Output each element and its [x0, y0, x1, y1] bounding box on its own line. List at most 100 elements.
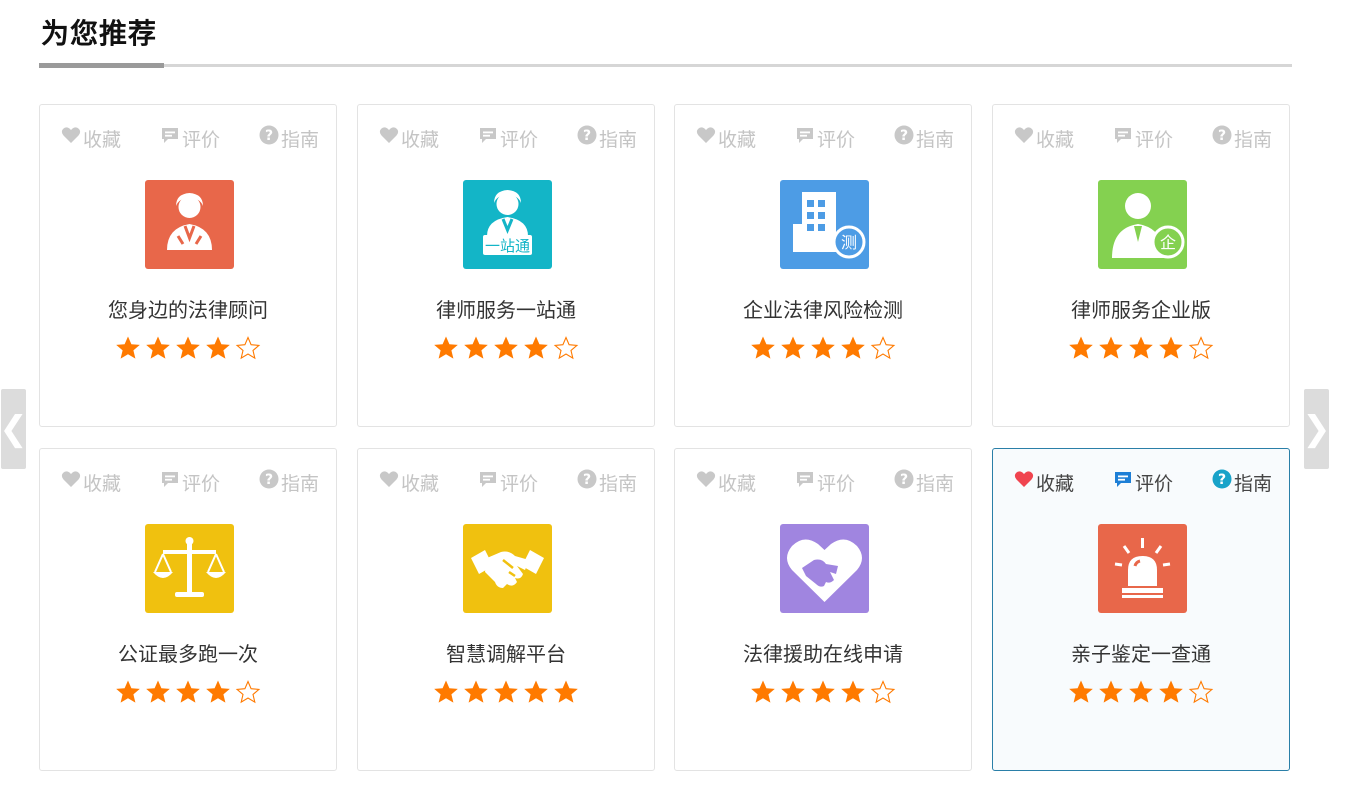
star-filled-icon — [175, 679, 201, 705]
star-filled-icon — [145, 335, 171, 361]
favorite-button[interactable]: 收藏 — [61, 125, 121, 151]
star-rating — [40, 679, 336, 705]
star-rating — [358, 335, 654, 361]
guide-button[interactable]: ? 指南 — [259, 125, 319, 151]
star-filled-icon — [115, 335, 141, 361]
question-icon: ? — [894, 469, 916, 495]
guide-button[interactable]: ? 指南 — [1212, 125, 1272, 151]
comment-icon — [160, 125, 182, 151]
scales-icon[interactable] — [145, 524, 234, 613]
card-title[interactable]: 公证最多跑一次 — [40, 638, 336, 667]
star-filled-icon — [493, 335, 519, 361]
review-label: 评价 — [817, 129, 856, 151]
card-title[interactable]: 律师服务一站通 — [358, 294, 654, 323]
star-filled-icon — [523, 679, 549, 705]
service-card[interactable]: 收藏 评价 ? 指南 您身边的法律顾问 — [39, 104, 337, 427]
star-rating — [993, 335, 1289, 361]
comment-icon — [160, 469, 182, 495]
favorite-button[interactable]: 收藏 — [696, 125, 756, 151]
next-arrow-button[interactable]: ❯ — [1302, 389, 1331, 469]
card-actions: 收藏 评价 ? 指南 — [358, 125, 654, 151]
guide-button[interactable]: ? 指南 — [259, 469, 319, 495]
review-button[interactable]: 评价 — [1113, 469, 1173, 495]
card-actions: 收藏 评价 ? 指南 — [993, 469, 1289, 495]
review-button[interactable]: 评价 — [795, 125, 855, 151]
favorite-label: 收藏 — [401, 129, 440, 151]
star-filled-icon — [810, 679, 836, 705]
building-check-icon[interactable]: 测 — [780, 180, 869, 269]
star-filled-icon — [1098, 679, 1124, 705]
review-button[interactable]: 评价 — [160, 469, 220, 495]
review-label: 评价 — [1135, 129, 1174, 151]
guide-button[interactable]: ? 指南 — [1212, 469, 1272, 495]
review-label: 评价 — [182, 129, 221, 151]
service-card[interactable]: 收藏 评价 ? 指南 智慧调解平台 — [357, 448, 655, 771]
service-card[interactable]: 收藏 评价 ? 指南 企 律师服务企业版 — [992, 104, 1290, 427]
star-empty-icon — [1188, 679, 1214, 705]
favorite-button[interactable]: 收藏 — [379, 469, 439, 495]
guide-label: 指南 — [599, 129, 638, 151]
handshake-icon[interactable] — [463, 524, 552, 613]
star-filled-icon — [463, 679, 489, 705]
guide-button[interactable]: ? 指南 — [577, 125, 637, 151]
guide-label: 指南 — [599, 473, 638, 495]
card-title[interactable]: 您身边的法律顾问 — [40, 294, 336, 323]
star-empty-icon — [870, 335, 896, 361]
star-filled-icon — [840, 335, 866, 361]
service-card[interactable]: 收藏 评价 ? 指南 公证最多跑一次 — [39, 448, 337, 771]
star-filled-icon — [1128, 335, 1154, 361]
service-card[interactable]: 收藏 评价 ? 指南 一站通 律师服务一站通 — [357, 104, 655, 427]
star-filled-icon — [1068, 679, 1094, 705]
guide-button[interactable]: ? 指南 — [894, 125, 954, 151]
star-filled-icon — [433, 335, 459, 361]
alarm-light-icon[interactable] — [1098, 524, 1187, 613]
service-card[interactable]: 收藏 评价 ? 指南 亲子鉴定一查通 — [992, 448, 1290, 771]
business-person-icon[interactable]: 企 — [1098, 180, 1187, 269]
comment-icon — [478, 125, 500, 151]
lawyer-onestop-icon[interactable]: 一站通 — [463, 180, 552, 269]
service-card[interactable]: 收藏 评价 ? 指南 测 企业法律风险检测 — [674, 104, 972, 427]
star-filled-icon — [1158, 335, 1184, 361]
favorite-button[interactable]: 收藏 — [1014, 125, 1074, 151]
comment-icon — [795, 125, 817, 151]
card-title[interactable]: 亲子鉴定一查通 — [993, 638, 1289, 667]
question-icon: ? — [259, 469, 281, 495]
review-button[interactable]: 评价 — [478, 125, 538, 151]
svg-text:?: ? — [900, 472, 908, 488]
card-title[interactable]: 企业法律风险检测 — [675, 294, 971, 323]
guide-label: 指南 — [1234, 473, 1273, 495]
card-actions: 收藏 评价 ? 指南 — [675, 469, 971, 495]
favorite-button[interactable]: 收藏 — [696, 469, 756, 495]
star-empty-icon — [235, 335, 261, 361]
prev-arrow-button[interactable]: ❮ — [0, 389, 28, 469]
review-button[interactable]: 评价 — [795, 469, 855, 495]
heart-handshake-icon[interactable] — [780, 524, 869, 613]
guide-button[interactable]: ? 指南 — [577, 469, 637, 495]
star-rating — [358, 679, 654, 705]
comment-icon — [1113, 125, 1135, 151]
guide-label: 指南 — [281, 129, 320, 151]
service-card[interactable]: 收藏 评价 ? 指南 法律援助在线申请 — [674, 448, 972, 771]
heart-icon — [1014, 469, 1036, 495]
favorite-label: 收藏 — [401, 473, 440, 495]
svg-text:?: ? — [1218, 472, 1226, 488]
review-button[interactable]: 评价 — [160, 125, 220, 151]
comment-icon — [795, 469, 817, 495]
favorite-button[interactable]: 收藏 — [379, 125, 439, 151]
favorite-button[interactable]: 收藏 — [1014, 469, 1074, 495]
guide-button[interactable]: ? 指南 — [894, 469, 954, 495]
svg-text:?: ? — [900, 128, 908, 144]
card-title[interactable]: 律师服务企业版 — [993, 294, 1289, 323]
review-button[interactable]: 评价 — [1113, 125, 1173, 151]
question-icon: ? — [577, 469, 599, 495]
favorite-button[interactable]: 收藏 — [61, 469, 121, 495]
favorite-label: 收藏 — [83, 473, 122, 495]
svg-text:?: ? — [265, 128, 273, 144]
title-divider — [39, 64, 1292, 67]
card-title[interactable]: 智慧调解平台 — [358, 638, 654, 667]
favorite-label: 收藏 — [718, 129, 757, 151]
lawyer-icon[interactable] — [145, 180, 234, 269]
review-button[interactable]: 评价 — [478, 469, 538, 495]
card-title[interactable]: 法律援助在线申请 — [675, 638, 971, 667]
star-empty-icon — [870, 679, 896, 705]
